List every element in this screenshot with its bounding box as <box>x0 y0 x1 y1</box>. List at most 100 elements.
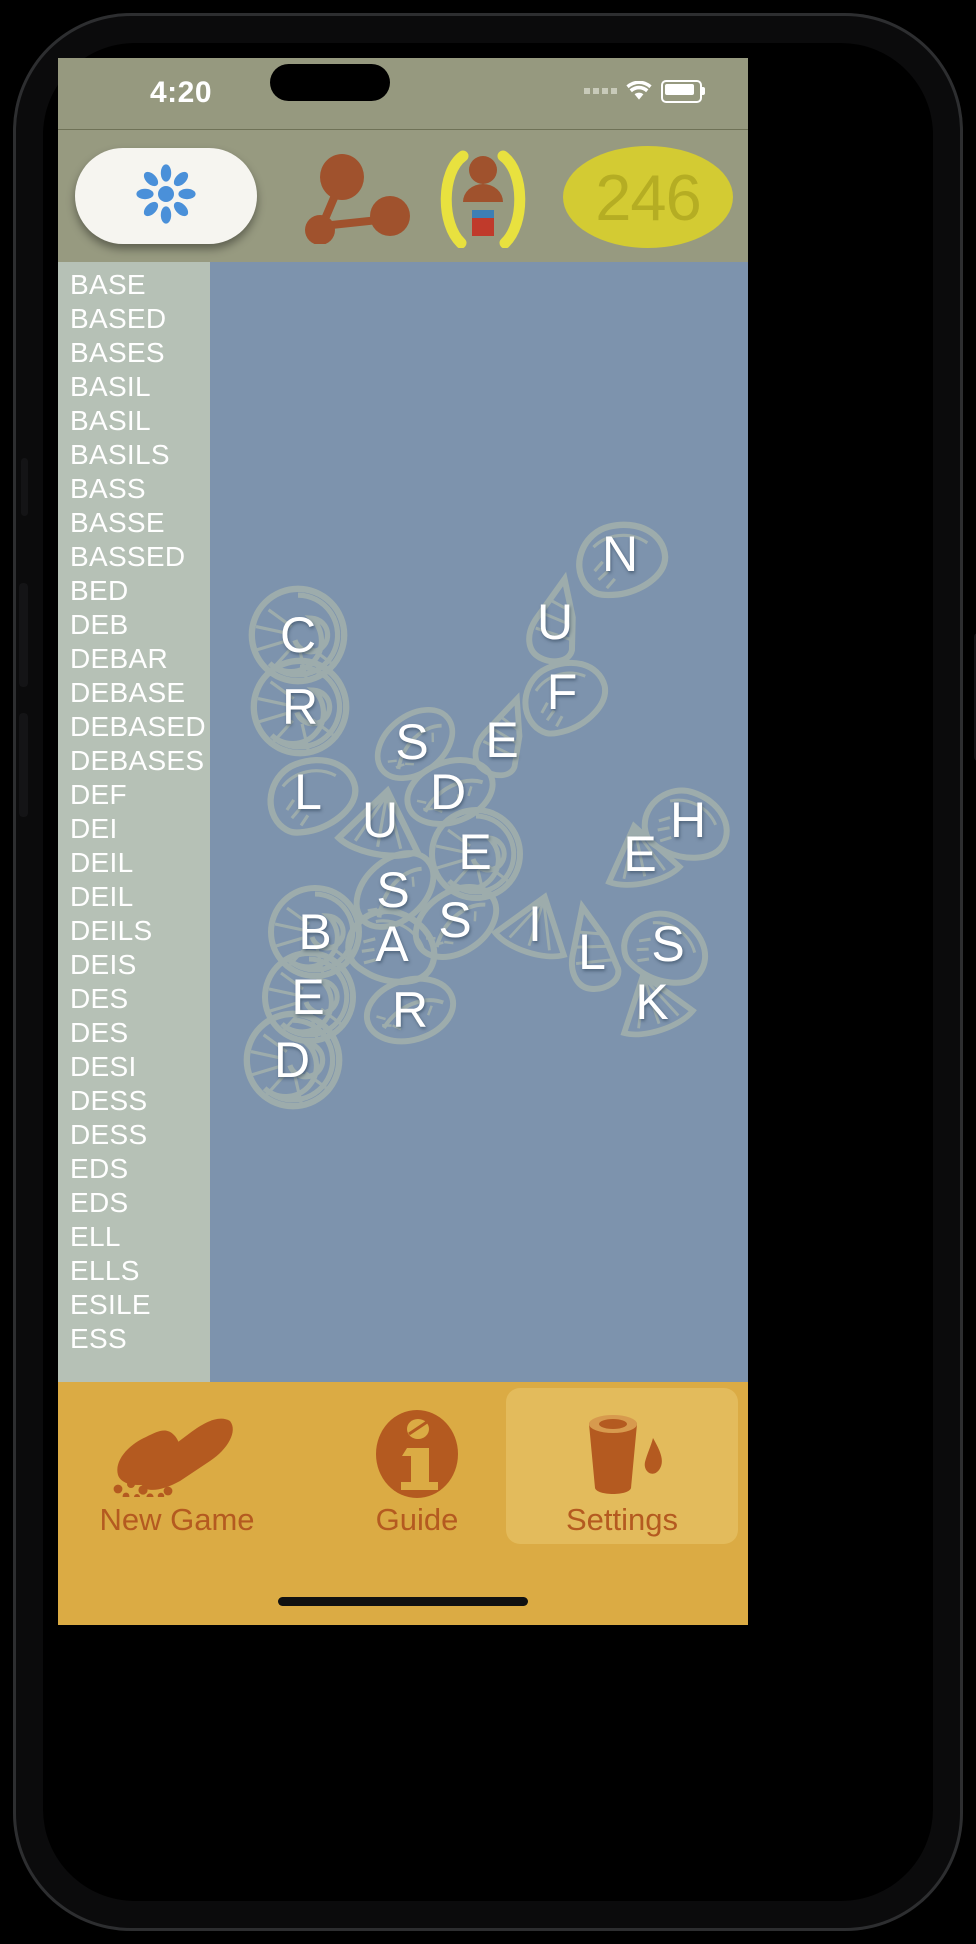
letter-tile[interactable]: A <box>362 914 422 974</box>
found-words-list[interactable]: BASE BASED BASES BASIL BASIL BASILS BASS BASSE B… <box>58 262 210 1382</box>
letter-tile[interactable]: K <box>622 972 682 1032</box>
paint-bucket-icon <box>567 1408 677 1500</box>
letter-tile-glyph: E <box>291 969 325 1025</box>
tab-settings-label: Settings <box>565 1502 678 1537</box>
letter-tile-glyph: S <box>651 916 685 972</box>
letter-tile-glyph: D <box>429 764 467 820</box>
phone-frame: 4:20 246 BASE BASED BASES BASIL BASIL BA… <box>13 13 976 1931</box>
word-list-item: BASSED <box>70 541 186 572</box>
letter-tile-glyph: E <box>485 712 519 768</box>
word-list-item: ESS <box>70 1323 127 1354</box>
menu-button[interactable] <box>75 148 257 244</box>
letter-tile[interactable]: D <box>262 1030 322 1090</box>
status-bar: 4:20 <box>58 58 748 129</box>
tab-new-game[interactable]: New Game <box>68 1388 286 1544</box>
letter-tile-glyph: L <box>578 924 606 980</box>
letter-tile[interactable]: L <box>278 762 338 822</box>
letter-tile[interactable]: L <box>562 922 622 982</box>
volume-up-button[interactable] <box>19 583 28 687</box>
letter-tile-glyph: S <box>438 892 472 948</box>
silent-switch[interactable] <box>21 458 28 516</box>
letter-tile[interactable]: N <box>590 524 650 584</box>
seed-scoop-icon <box>102 1408 252 1500</box>
word-list-item: BASED <box>70 303 167 334</box>
word-list-item: BASES <box>70 337 165 368</box>
tab-guide[interactable]: Guide <box>308 1388 526 1544</box>
volume-down-button[interactable] <box>19 713 28 817</box>
word-list-item: EDS <box>70 1187 129 1218</box>
word-list-item: DEBASES <box>70 745 205 776</box>
letter-tile[interactable]: U <box>350 790 410 850</box>
letter-tile[interactable]: U <box>525 592 585 652</box>
letter-tile[interactable]: S <box>425 890 485 950</box>
letter-tile[interactable]: R <box>270 677 330 737</box>
letter-tile[interactable]: D <box>418 762 478 822</box>
home-indicator[interactable] <box>278 1597 528 1606</box>
tab-new-game-label: New Game <box>99 1502 255 1537</box>
letter-tile-glyph: K <box>635 974 669 1030</box>
tab-guide-label: Guide <box>375 1502 459 1537</box>
letter-tile[interactable]: R <box>380 980 440 1040</box>
letter-tile-glyph: A <box>375 916 409 972</box>
letter-tile-glyph: I <box>528 896 542 952</box>
word-list-item: DESS <box>70 1119 148 1150</box>
letter-tile[interactable]: I <box>505 894 565 954</box>
tab-bar: New Game Guide Settings <box>58 1382 748 1550</box>
player-button[interactable] <box>433 148 533 249</box>
letter-tile[interactable]: C <box>268 605 328 665</box>
app-body: BASE BASED BASES BASIL BASIL BASILS BASS BASSE B… <box>58 262 748 1382</box>
word-list-item: DEIS <box>70 949 137 980</box>
letter-tile[interactable]: B <box>285 902 345 962</box>
score-value: 246 <box>595 160 701 234</box>
cellular-dots-icon <box>584 88 617 94</box>
word-list-item: DEILS <box>70 915 153 946</box>
network-nodes-icon <box>304 154 414 248</box>
word-list-item: BASSE <box>70 507 165 538</box>
battery-icon <box>661 79 705 103</box>
status-time: 4:20 <box>149 76 213 109</box>
word-list-item: BASILS <box>70 439 170 470</box>
letter-tile[interactable]: E <box>610 824 670 884</box>
word-list-item: DEBASE <box>70 677 186 708</box>
word-list-item: EDS <box>70 1153 129 1184</box>
word-list-item: DEIL <box>70 847 134 878</box>
word-list-item: BED <box>70 575 129 606</box>
tab-settings[interactable]: Settings <box>506 1388 738 1544</box>
letter-tile-glyph: B <box>298 904 332 960</box>
word-list-item: DEBASED <box>70 711 206 742</box>
letter-tile[interactable]: E <box>445 822 505 882</box>
word-list-item: BASS <box>70 473 146 504</box>
letter-tile[interactable]: F <box>532 662 592 722</box>
word-list-item: BASIL <box>70 405 151 436</box>
letter-tile[interactable]: S <box>638 914 698 974</box>
word-list-item: DES <box>70 983 129 1014</box>
word-list-item: ESILE <box>70 1289 151 1320</box>
word-list-item: DEF <box>70 779 127 810</box>
word-list-item: ELLS <box>70 1255 140 1286</box>
asterisk-flower-icon <box>135 163 197 230</box>
letter-tile[interactable]: S <box>363 860 423 920</box>
letter-tile-glyph: D <box>273 1032 311 1088</box>
letter-tile[interactable]: E <box>472 710 532 770</box>
letter-tile-glyph: C <box>279 607 317 663</box>
player-avatar-icon <box>433 150 533 252</box>
home-bar-area <box>58 1550 748 1625</box>
letter-tile-glyph: N <box>601 526 639 582</box>
letter-tile-glyph: U <box>361 792 399 848</box>
letter-tile-glyph: U <box>536 594 574 650</box>
word-list-item: DESS <box>70 1085 148 1116</box>
word-list-item: DEBAR <box>70 643 168 674</box>
letter-tile[interactable]: E <box>278 967 338 1027</box>
letter-tile-glyph: E <box>623 826 657 882</box>
top-toolbar: 246 <box>58 129 748 263</box>
letter-board[interactable]: NUFCERSLDUEHSEBASILSERKD <box>210 262 748 1382</box>
letter-tile-glyph: R <box>281 679 319 735</box>
network-button[interactable] <box>304 152 414 245</box>
letter-tile-glyph: R <box>391 982 429 1038</box>
letter-tile-glyph: L <box>294 764 322 820</box>
word-list-item: DEB <box>70 609 129 640</box>
letter-tile-glyph: E <box>458 824 492 880</box>
word-list-item: DES <box>70 1017 129 1048</box>
word-list-item: DESI <box>70 1051 137 1082</box>
letter-tile-glyph: S <box>376 862 410 918</box>
